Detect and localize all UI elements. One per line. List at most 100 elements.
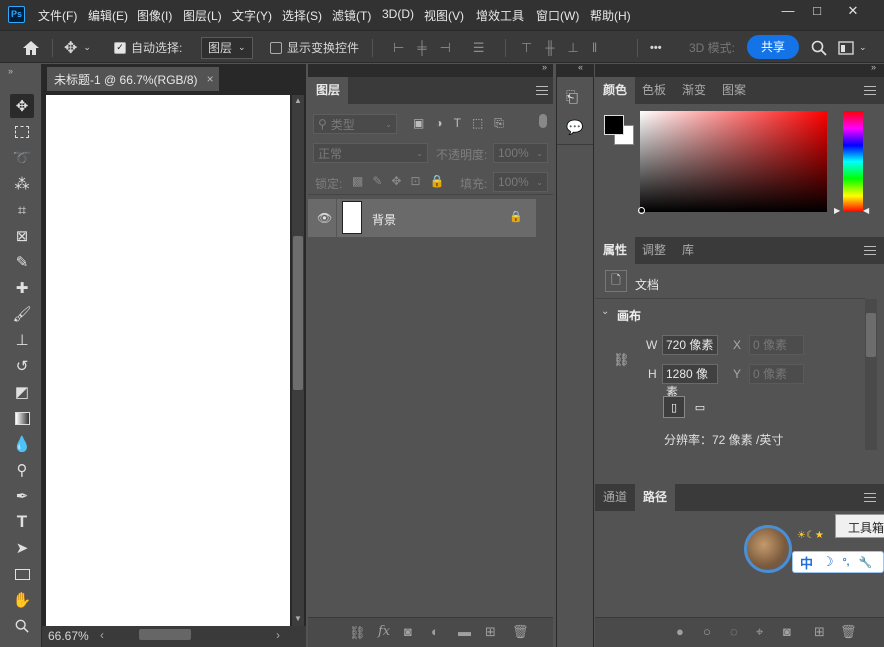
comments-icon[interactable]: 💬 [566,119,583,136]
menu-filter[interactable]: 滤镜(T) [332,7,371,24]
menu-layer[interactable]: 图层(L) [183,7,222,24]
tab-channels[interactable]: 通道 [595,484,635,511]
ime-toolbar[interactable]: 中 ☽ °, 🔧 [792,551,884,573]
auto-select-checkbox[interactable]: ✓ [114,41,126,54]
scrollbar-thumb[interactable] [293,236,303,390]
maximize-button[interactable]: □ [806,2,828,20]
menu-edit[interactable]: 编辑(E) [88,7,128,24]
collapse-icon[interactable]: « [578,62,583,72]
minimize-button[interactable]: — [777,2,799,20]
move-tool-icon[interactable]: ✥ [10,94,34,118]
menu-image[interactable]: 图像(I) [137,7,172,24]
brush-tool-icon[interactable]: 🖌 [10,302,34,326]
filter-toggle[interactable] [539,114,547,128]
zoom-tool-icon[interactable] [10,614,34,638]
workspace-icon[interactable]: ⌄ [838,31,867,64]
lock-paint-icon[interactable]: ✎ [372,174,382,188]
layer-filter-input[interactable]: ⚲ 类型 ⌄ [313,114,397,134]
blur-tool-icon[interactable]: 💧 [10,432,34,456]
align-bottom-icon[interactable]: ⊥ [568,40,579,56]
fx-icon[interactable]: fx [378,624,390,639]
stamp-tool-icon[interactable]: ⊥ [10,328,34,352]
share-button[interactable]: 共享 [747,35,799,59]
marquee-tool-icon[interactable] [10,120,34,144]
color-picker-handle[interactable] [638,207,645,214]
tab-gradients[interactable]: 渐变 [674,77,714,104]
history-brush-tool-icon[interactable]: ↺ [10,354,34,378]
auto-select-dropdown[interactable]: 图层 ⌄ [201,31,253,64]
menu-window[interactable]: 窗口(W) [536,7,579,24]
close-window-button[interactable]: ✕ [842,2,864,20]
dodge-tool-icon[interactable]: ⚲ [10,458,34,482]
crop-tool-icon[interactable]: ⌗ [10,198,34,222]
color-field[interactable] [640,111,827,212]
menu-3d[interactable]: 3D(D) [382,7,414,21]
ime-avatar[interactable] [744,525,792,573]
ime-mode[interactable]: 中 [800,553,813,572]
align-vcenter-icon[interactable]: ╫ [545,40,554,55]
new-path-icon[interactable]: ⊞ [814,624,825,640]
layer-thumbnail[interactable] [342,201,362,234]
opacity-input[interactable]: 100% ⌄ [493,143,548,163]
x-input[interactable]: 0 像素 [749,335,804,355]
properties-scroll-thumb[interactable] [866,313,876,357]
tab-color[interactable]: 颜色 [595,77,636,104]
layer-name[interactable]: 背景 [372,211,396,228]
eyedropper-tool-icon[interactable]: ✎ [10,250,34,274]
image-filter-icon[interactable]: ▣ [413,116,424,131]
landscape-orientation-button[interactable]: ▭ [689,396,711,418]
blend-mode-dropdown[interactable]: 正常 ⌄ [313,143,428,163]
eye-icon[interactable]: 👁 [317,211,332,225]
collapse-toolbar-icon[interactable]: » [8,66,13,76]
delete-path-icon[interactable]: 🗑 [840,624,857,640]
show-transform-option[interactable]: 显示变换控件 [270,31,359,64]
width-input[interactable]: 720 像素 [662,335,718,355]
tab-patterns[interactable]: 图案 [714,77,754,104]
show-transform-checkbox[interactable] [270,41,282,54]
y-input[interactable]: 0 像素 [749,364,804,384]
search-icon[interactable] [811,31,827,64]
distribute-vertical-icon[interactable]: ‖ [592,40,597,55]
fill-input[interactable]: 100% ⌄ [493,172,548,192]
tab-paths[interactable]: 路径 [635,484,676,511]
scroll-left-icon[interactable]: ‹ [100,628,104,642]
auto-select-option[interactable]: ✓ 自动选择: [114,31,182,64]
load-selection-icon[interactable]: ◌ [730,624,738,639]
lock-position-icon[interactable]: ✥ [391,174,401,188]
adjustment-filter-icon[interactable]: ◑ [435,116,442,131]
healing-brush-tool-icon[interactable]: ✚ [10,276,34,300]
scroll-down-icon[interactable]: ▼ [294,614,302,623]
lock-artboard-icon[interactable]: ⊡ [410,174,420,188]
align-left-icon[interactable]: ⊢ [393,40,404,56]
move-tool-preset-icon[interactable]: ✥ ⌄ [64,31,91,64]
chevron-down-icon[interactable]: ⌄ [601,306,609,317]
scroll-right-icon[interactable]: › [276,628,280,642]
type-tool-icon[interactable]: T [10,510,34,534]
add-mask-icon[interactable]: ◙ [404,624,412,639]
expand-panels-icon[interactable]: » [542,62,547,72]
more-options-button[interactable]: ••• [650,31,662,64]
menu-plugins[interactable]: 增效工具 [476,7,524,24]
menu-view[interactable]: 视图(V) [424,7,464,24]
expand-panels-icon[interactable]: » [871,62,876,72]
panel-menu-icon[interactable] [864,246,876,255]
panel-menu-icon[interactable] [864,86,876,95]
punctuation-icon[interactable]: °, [843,557,850,568]
eraser-tool-icon[interactable]: ◩ [10,380,34,404]
shape-filter-icon[interactable]: ⬚ [472,116,483,131]
menu-help[interactable]: 帮助(H) [590,7,631,24]
rectangle-tool-icon[interactable] [10,562,34,586]
tab-adjustments[interactable]: 调整 [634,237,674,264]
pen-tool-icon[interactable]: ✒ [10,484,34,508]
hue-slider[interactable] [843,111,863,212]
delete-layer-icon[interactable]: 🗑 [512,624,529,640]
tab-libraries[interactable]: 库 [674,237,702,264]
horizontal-scrollbar-thumb[interactable] [139,629,191,640]
canvas[interactable] [46,95,290,626]
lasso-tool-icon[interactable]: ➰ [10,146,34,170]
fill-path-icon[interactable]: ● [676,624,684,639]
gradient-tool-icon[interactable] [10,406,34,430]
lock-all-icon[interactable]: 🔒 [430,174,445,188]
make-path-icon[interactable]: ⌖ [756,624,763,640]
tab-properties[interactable]: 属性 [595,237,636,264]
